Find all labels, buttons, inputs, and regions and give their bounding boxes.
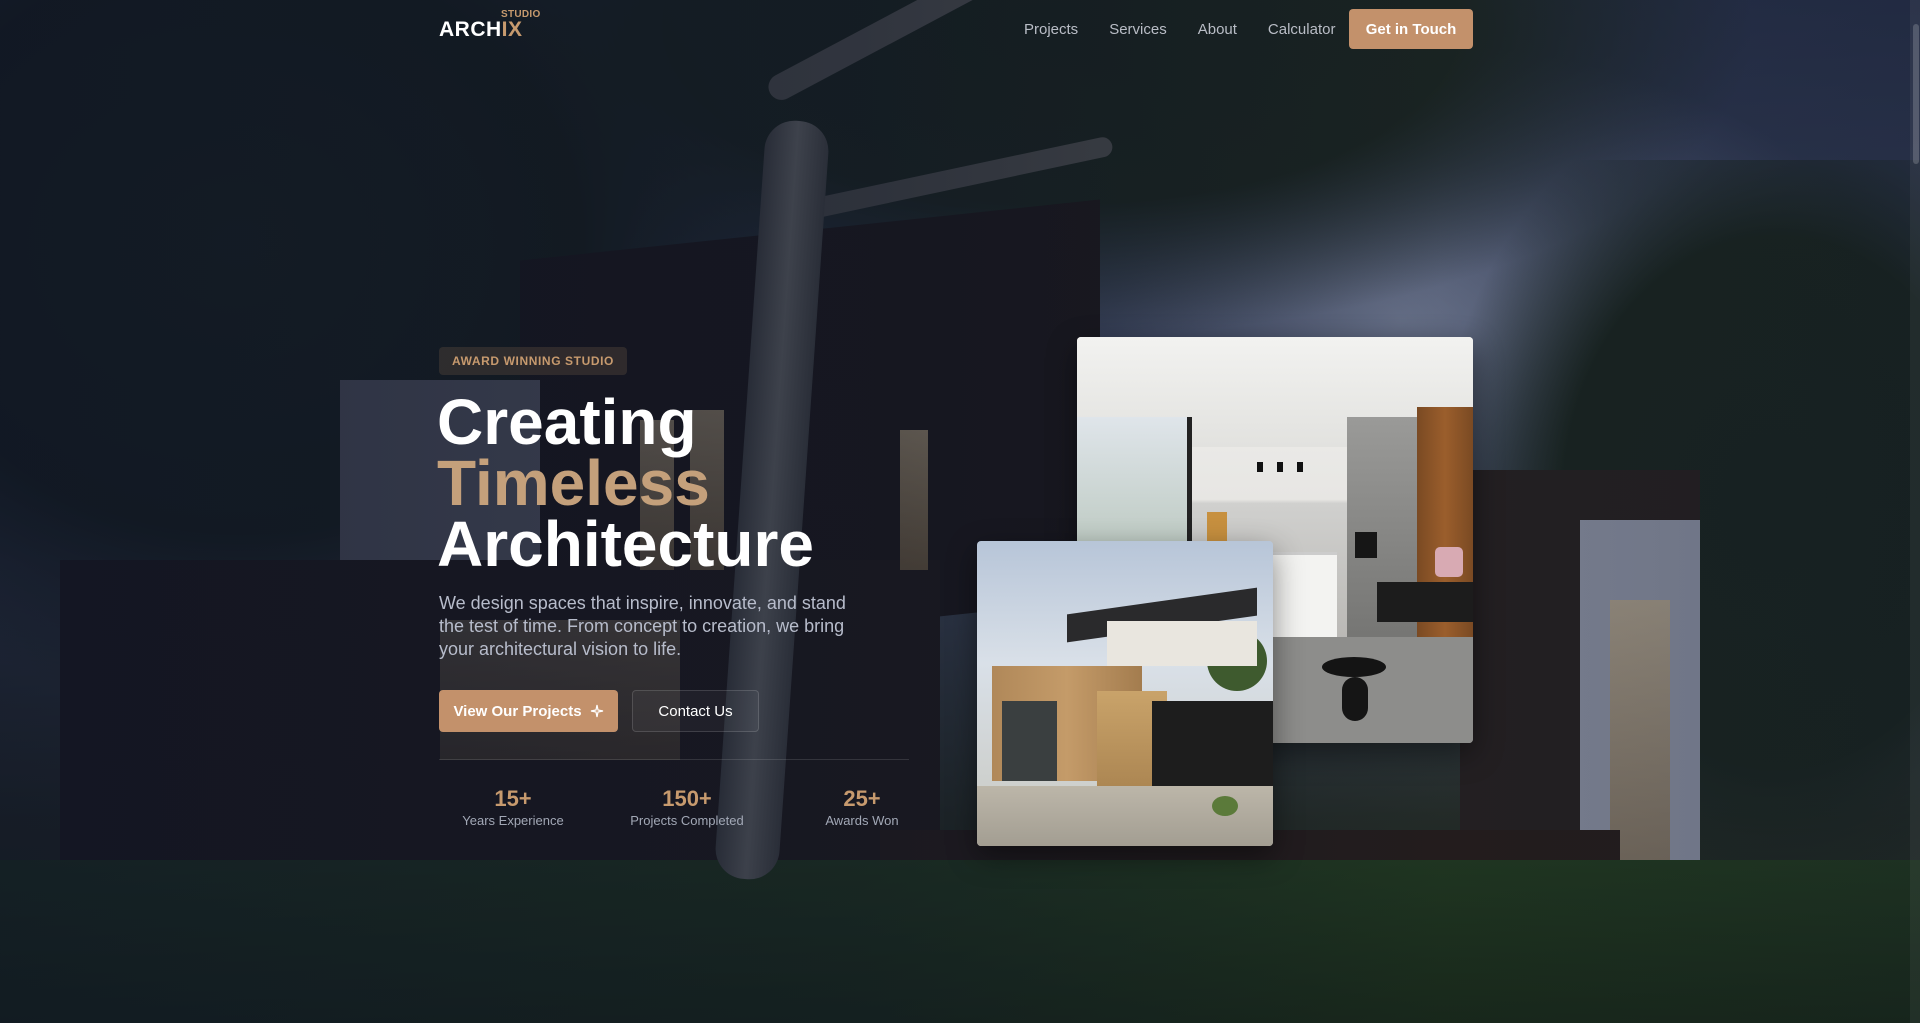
upper-floor	[1107, 621, 1257, 666]
hero-headline: Creating Timeless Architecture	[437, 386, 814, 580]
sparkle-icon	[590, 704, 603, 718]
side-table	[1322, 657, 1386, 677]
stat-value: 15+	[494, 786, 532, 811]
stat-value: 25+	[843, 786, 881, 811]
pendant-lamp	[1257, 462, 1263, 472]
pendant-lamp	[1297, 462, 1303, 472]
side-table-base	[1342, 677, 1368, 721]
view-our-projects-button[interactable]: View Our Projects	[439, 690, 618, 732]
stat-label: Awards Won	[825, 813, 899, 828]
contact-us-button[interactable]: Contact Us	[632, 690, 759, 732]
logo-accent-text: IX	[501, 18, 523, 41]
nav-link-calculator[interactable]: Calculator	[1268, 21, 1336, 38]
page-scrollbar[interactable]	[1910, 0, 1920, 1023]
fireplace	[1355, 532, 1377, 558]
nav-links: Projects Services About Calculator	[1024, 21, 1366, 38]
logo-main-text: ARCH	[439, 18, 502, 41]
pendant-lamp	[1277, 462, 1283, 472]
nav-link-about[interactable]: About	[1198, 21, 1237, 38]
exterior-photo	[977, 541, 1273, 846]
stats-divider	[439, 759, 909, 760]
dark-overlay	[0, 0, 1920, 1023]
stat-years-experience: 15+ Years Experience	[443, 786, 583, 830]
nav-link-projects[interactable]: Projects	[1024, 21, 1078, 38]
stat-projects-completed: 150+ Projects Completed	[617, 786, 757, 830]
courtyard	[977, 786, 1273, 846]
hero-description: We design spaces that inspire, innovate,…	[439, 593, 846, 659]
glass-entry	[1002, 701, 1057, 781]
headline-line-2: Timeless	[437, 447, 710, 519]
scrollbar-thumb[interactable]	[1913, 24, 1919, 164]
logo-sub-text: STUDIO	[501, 9, 541, 20]
pillow	[1435, 547, 1463, 577]
stat-awards-won: 25+ Awards Won	[792, 786, 932, 830]
nav-link-services[interactable]: Services	[1109, 21, 1167, 38]
shrub	[1212, 796, 1238, 816]
award-badge: AWARD WINNING STUDIO	[439, 347, 627, 375]
view-our-projects-label: View Our Projects	[453, 702, 582, 720]
top-navigation: ARCHIX STUDIO Projects Services About Ca…	[0, 0, 1920, 58]
stat-label: Projects Completed	[630, 813, 744, 828]
brand-logo[interactable]: ARCHIX STUDIO	[439, 9, 540, 42]
get-in-touch-button[interactable]: Get in Touch	[1349, 9, 1473, 49]
headline-line-3: Architecture	[437, 508, 814, 580]
bench	[1377, 582, 1473, 622]
stat-value: 150+	[662, 786, 712, 811]
stat-label: Years Experience	[462, 813, 564, 828]
headline-line-1: Creating	[437, 386, 697, 458]
